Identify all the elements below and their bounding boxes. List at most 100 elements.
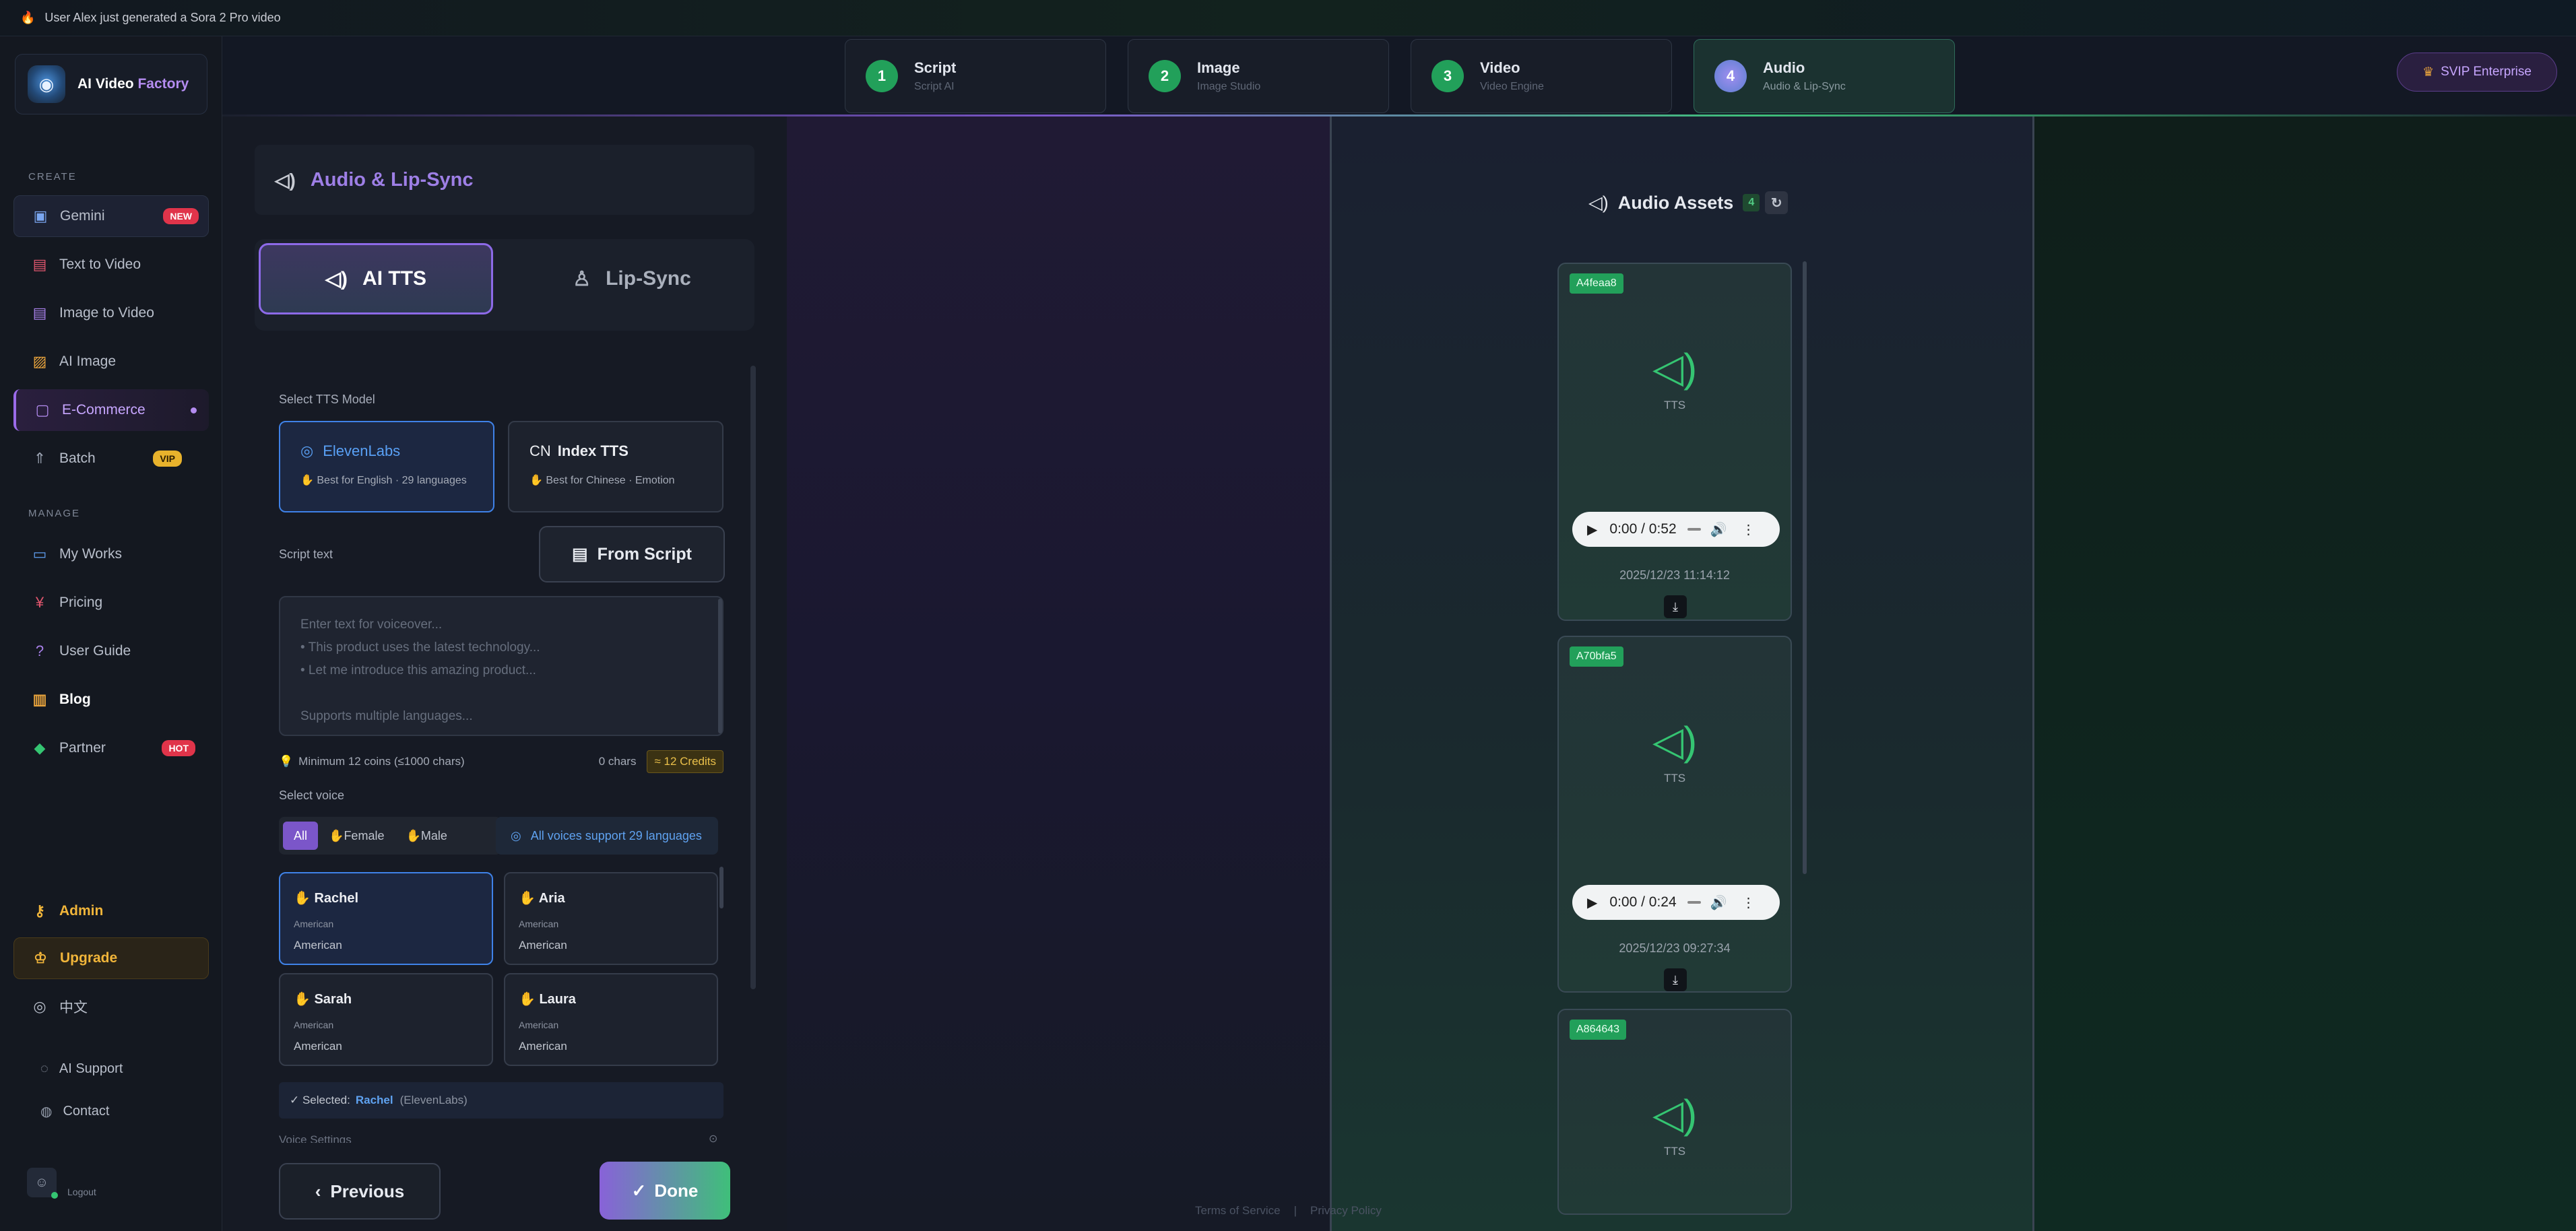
audio-panel: ◁) Audio & Lip-Sync ◁) AI TTS ♙ Lip-Sync…	[222, 117, 787, 1231]
script-textarea[interactable]: Enter text for voiceover... • This produ…	[279, 596, 723, 736]
sidebar-item-label: AI Image	[59, 354, 117, 369]
voice-card-laura[interactable]: ✋ Laura American American	[504, 973, 718, 1066]
footer-separator: |	[1293, 1204, 1297, 1217]
filter-male[interactable]: ✋ Male	[395, 822, 457, 850]
from-script-button[interactable]: ▤ From Script	[539, 526, 725, 583]
gemini-icon: ▣	[33, 207, 48, 224]
sidebar-item-ai-image[interactable]: ▨ AI Image	[13, 341, 209, 382]
voice-card-rachel[interactable]: ✋ Rachel American American	[279, 872, 493, 965]
chat-icon: ◌	[40, 1061, 49, 1076]
audio-asset-card[interactable]: A70bfa5 ◁) TTS ▶ 0:00 / 0:24 🔊 ⋮ 2025/12…	[1557, 636, 1792, 993]
voice-name: Aria	[538, 891, 565, 906]
more-icon[interactable]: ⋮	[1742, 894, 1756, 911]
model-elevenlabs[interactable]: ◎ ElevenLabs ✋ Best for English · 29 lang…	[279, 421, 494, 512]
assets-title: Audio Assets	[1617, 192, 1734, 213]
document-icon: ▤	[32, 256, 47, 273]
vip-badge: VIP	[153, 451, 182, 467]
play-icon[interactable]: ▶	[1587, 894, 1597, 911]
sidebar-item-e-commerce[interactable]: ▢ E-Commerce	[13, 389, 209, 431]
sidebar-item-admin[interactable]: ⚷ Admin	[13, 890, 209, 932]
sidebar-item-label: My Works	[59, 546, 122, 562]
sidebar-item-gemini[interactable]: ▣ Gemini NEW	[13, 195, 209, 237]
voice-accent: American	[294, 1020, 334, 1030]
assets-scrollbar[interactable]	[1803, 261, 1807, 874]
model-index-tts[interactable]: CN Index TTS ✋ Best for Chinese · Emotion	[508, 421, 723, 512]
hand-icon: ✋	[294, 891, 315, 906]
voice-lang: American	[294, 1040, 342, 1053]
image-doc-icon: ▤	[32, 304, 47, 321]
hand-icon: ✋	[294, 992, 315, 1007]
audio-assets-header: ◁) Audio Assets 4 ↻	[1588, 191, 1789, 214]
ai-tts-tab[interactable]: ◁) AI TTS	[259, 243, 493, 314]
download-icon[interactable]: ⤓	[1664, 968, 1687, 991]
ai-support-link[interactable]: ◌ AI Support	[40, 1061, 123, 1077]
step-script[interactable]: 1 Script Script AI	[845, 39, 1106, 113]
filter-female[interactable]: ✋ Female	[318, 822, 395, 850]
sidebar-item-image-to-video[interactable]: ▤ Image to Video	[13, 292, 209, 334]
sidebar-item-pricing[interactable]: ¥ Pricing	[13, 582, 209, 624]
step-video[interactable]: 3 Video Video Engine	[1411, 39, 1672, 113]
user-icon: ☺	[34, 1174, 49, 1190]
lip-sync-tab[interactable]: ♙ Lip-Sync	[515, 243, 749, 314]
previous-button[interactable]: ‹ Previous	[279, 1163, 441, 1220]
sidebar-item-my-works[interactable]: ▭ My Works	[13, 533, 209, 575]
download-icon[interactable]: ⤓	[1664, 595, 1687, 618]
seek-bar[interactable]	[1687, 528, 1701, 531]
select-model-label: Select TTS Model	[279, 393, 375, 406]
footer-links: Terms of Service | Privacy Policy	[1195, 1204, 1382, 1218]
sidebar-item-user-guide[interactable]: ? User Guide	[13, 630, 209, 672]
step-header: 1 Script Script AI 2 Image Image Studio 3 …	[222, 36, 2576, 116]
terms-link[interactable]: Terms of Service	[1195, 1204, 1281, 1218]
contact-label: Contact	[63, 1104, 110, 1119]
new-badge: NEW	[163, 208, 199, 224]
voice-card-sarah[interactable]: ✋ Sarah American American	[279, 973, 493, 1066]
crown-icon: ♔	[34, 950, 47, 966]
asset-date: 2025/12/23 11:14:12	[1619, 568, 1730, 582]
seek-bar[interactable]	[1687, 901, 1701, 904]
audio-asset-card[interactable]: A4feaa8 ◁) TTS ▶ 0:00 / 0:52 🔊 ⋮ 2025/12…	[1557, 263, 1792, 621]
page: 🔥 User Alex just generated a Sora 2 Pro …	[0, 0, 2576, 1231]
filter-all[interactable]: All	[283, 822, 319, 850]
more-icon[interactable]: ⋮	[1742, 521, 1756, 538]
done-button[interactable]: ✓ Done	[600, 1162, 730, 1220]
refresh-icon[interactable]: ↻	[1765, 191, 1789, 214]
step-title: Image	[1197, 59, 1240, 76]
speaker-icon: ◁)	[1652, 1092, 1698, 1137]
preview-column	[787, 117, 1330, 1231]
volume-icon[interactable]: 🔊	[1710, 521, 1727, 538]
step-audio[interactable]: 4 Audio Audio & Lip-Sync	[1694, 39, 1955, 113]
sidebar-item-partner[interactable]: ◆ Partner HOT	[13, 727, 209, 769]
svip-enterprise-button[interactable]: ♛ SVIP Enterprise	[2397, 53, 2557, 92]
step-image[interactable]: 2 Image Image Studio	[1128, 39, 1389, 113]
language-switch[interactable]: ◎ 中文	[13, 986, 209, 1028]
sidebar-item-blog[interactable]: ▥ Blog	[13, 679, 209, 721]
voice-lang: American	[519, 1040, 567, 1053]
panel-scrollbar[interactable]	[750, 366, 756, 989]
logout-link[interactable]: Logout	[67, 1187, 96, 1197]
voice-list-scrollbar[interactable]	[719, 867, 723, 908]
avatar[interactable]: ☺	[27, 1168, 58, 1199]
selected-prefix: ✓ Selected:	[290, 1094, 350, 1106]
audio-player[interactable]: ▶ 0:00 / 0:52 🔊 ⋮	[1572, 512, 1780, 547]
hand-icon: ✋	[300, 475, 317, 486]
chevron-left-icon: ‹	[315, 1180, 321, 1201]
contact-link[interactable]: ◍ Contact	[40, 1103, 109, 1120]
sidebar-item-label: Pricing	[59, 595, 103, 610]
app-logo[interactable]: ◉ AI Video Factory	[15, 54, 207, 114]
audio-player[interactable]: ▶ 0:00 / 0:24 🔊 ⋮	[1572, 885, 1780, 920]
volume-icon[interactable]: 🔊	[1710, 894, 1727, 911]
step-title: Audio	[1763, 59, 1805, 76]
voice-card-aria[interactable]: ✋ Aria American American	[504, 872, 718, 965]
player-time: 0:00 / 0:52	[1609, 521, 1677, 537]
sidebar-item-batch[interactable]: ⇑ Batch VIP	[13, 438, 209, 479]
privacy-link[interactable]: Privacy Policy	[1310, 1204, 1382, 1218]
sidebar-item-text-to-video[interactable]: ▤ Text to Video	[13, 244, 209, 286]
hot-badge: HOT	[162, 740, 195, 756]
textarea-scrollbar[interactable]	[718, 599, 722, 733]
upgrade-button[interactable]: ♔ Upgrade	[13, 937, 209, 979]
panel-header: ◁) Audio & Lip-Sync	[255, 145, 754, 215]
audio-asset-card[interactable]: A864643 ◁) TTS	[1557, 1009, 1792, 1215]
play-icon[interactable]: ▶	[1587, 521, 1597, 538]
hand-icon: ✋	[519, 891, 539, 906]
speaker-icon: ◁)	[1588, 192, 1609, 213]
